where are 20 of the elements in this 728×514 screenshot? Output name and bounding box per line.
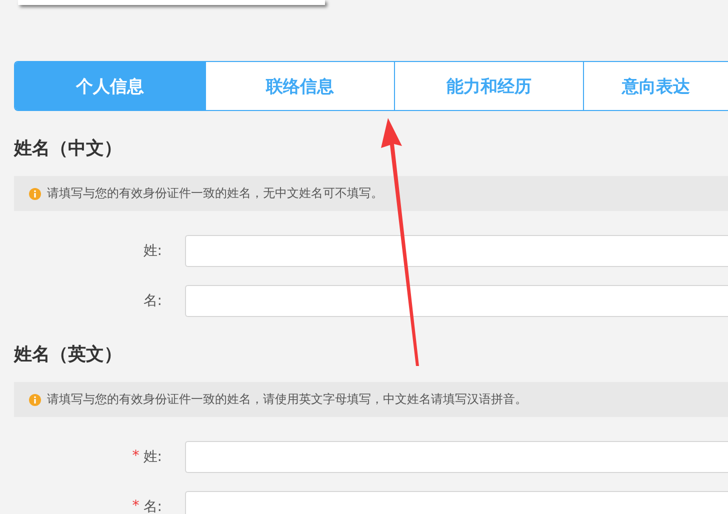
- field-label: * 姓:: [131, 448, 162, 466]
- field-label: 姓:: [142, 242, 162, 260]
- tab[interactable]: 个人信息: [15, 62, 206, 110]
- required-asterisk: *: [132, 448, 140, 466]
- hint-text: 请填写与您的有效身份证件一致的姓名，请使用英文字母填写，中文姓名请填写汉语拼音。: [47, 391, 527, 408]
- section-title: 姓名（中文）: [14, 137, 123, 161]
- section-title: 姓名（英文）: [14, 343, 123, 367]
- field-label: 名:: [142, 292, 162, 310]
- tab[interactable]: 联络信息: [206, 62, 395, 110]
- required-asterisk: *: [132, 498, 140, 514]
- info-icon: [29, 188, 41, 200]
- tab[interactable]: 能力和经历: [395, 62, 584, 110]
- field-label: * 名:: [131, 498, 162, 514]
- input-field[interactable]: [185, 491, 728, 514]
- tab[interactable]: 意向表达: [584, 62, 728, 110]
- hint-text: 请填写与您的有效身份证件一致的姓名，无中文姓名可不填写。: [47, 185, 383, 202]
- input-field[interactable]: [185, 441, 728, 473]
- input-field[interactable]: [185, 235, 728, 267]
- input-field[interactable]: [185, 285, 728, 317]
- info-icon: [29, 394, 41, 406]
